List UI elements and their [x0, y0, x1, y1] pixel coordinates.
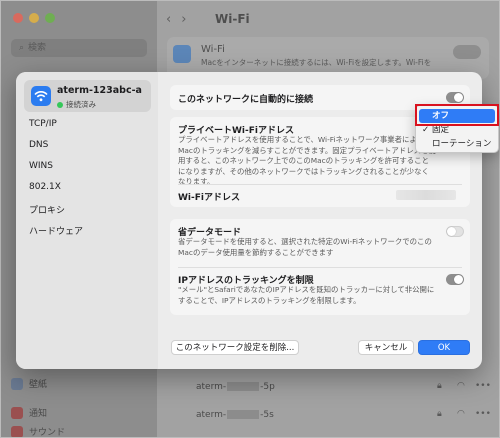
- menu-item-label: 固定: [432, 125, 450, 135]
- wifi-toggle[interactable]: [453, 45, 481, 59]
- search-icon: ⌕: [19, 43, 25, 53]
- minimize-window-button[interactable]: [29, 13, 39, 23]
- wifi-icon: [31, 86, 51, 106]
- ok-button[interactable]: OK: [418, 340, 470, 355]
- network-name-suffix: -5p: [260, 382, 275, 392]
- sidebar-item-proxy[interactable]: プロキシ: [29, 203, 65, 216]
- wifi-icon: [173, 45, 191, 63]
- zoom-window-button[interactable]: [45, 13, 55, 23]
- more-options-icon[interactable]: •••: [475, 409, 491, 419]
- wallpaper-icon: [11, 377, 23, 390]
- sidebar-item-tcpip[interactable]: TCP/IP: [29, 119, 57, 129]
- window-controls: [13, 13, 55, 23]
- network-details-dialog: aterm-123abc-a 接続済み TCP/IP DNS WINS 802.…: [16, 72, 482, 369]
- sidebar-item-wins[interactable]: WINS: [29, 161, 53, 171]
- auto-join-label: このネットワークに自動的に接続: [178, 95, 314, 105]
- search-placeholder: 検索: [28, 43, 47, 53]
- wifi-card-description: Macをインターネットに接続するには、Wi-Fiを設定します。Wi-Fiをオン: [201, 58, 431, 67]
- private-address-description: プライベートアドレスを使用することで、Wi-Fiネットワーク事業者によるMacの…: [178, 135, 436, 186]
- sidebar-item-label: 通知: [29, 409, 48, 419]
- network-name-suffix: -5s: [260, 410, 274, 420]
- wifi-address-value-redacted: [396, 190, 456, 200]
- sidebar-item-sound[interactable]: サウンド: [11, 425, 66, 438]
- network-name-prefix: aterm-: [196, 382, 227, 392]
- wifi-card-title: Wi-Fi: [201, 44, 225, 55]
- divider: [178, 184, 462, 185]
- sound-icon: [11, 425, 23, 437]
- ip-tracking-toggle[interactable]: [446, 274, 464, 285]
- wifi-signal-icon: ◠: [457, 381, 465, 391]
- notifications-icon: [11, 406, 23, 419]
- network-name-prefix: aterm-: [196, 410, 227, 420]
- divider: [178, 267, 462, 268]
- dialog-sidebar: aterm-123abc-a 接続済み TCP/IP DNS WINS 802.…: [16, 72, 158, 369]
- navigation-arrows[interactable]: ‹›: [166, 12, 196, 27]
- menu-item-label: ローテーション: [432, 139, 492, 149]
- more-options-icon[interactable]: •••: [475, 381, 491, 391]
- sidebar-item-notifications[interactable]: 通知: [11, 406, 47, 419]
- forget-network-button[interactable]: このネットワーク設定を削除...: [171, 340, 299, 355]
- data-options-panel: 省データモード 省データモードを使用すると、選択された特定のWi-Fiネットワー…: [170, 219, 470, 315]
- wifi-address-label: Wi-Fiアドレス: [178, 193, 240, 203]
- close-window-button[interactable]: [13, 13, 23, 23]
- annotation-highlight-box: [415, 104, 499, 126]
- low-data-toggle[interactable]: [446, 226, 464, 237]
- sidebar-item-wallpaper[interactable]: 壁紙: [11, 377, 47, 390]
- sidebar-item-dns[interactable]: DNS: [29, 140, 48, 150]
- sidebar-item-8021x[interactable]: 802.1X: [29, 182, 61, 192]
- wifi-signal-icon: ◠: [457, 409, 465, 419]
- cancel-button[interactable]: キャンセル: [358, 340, 414, 355]
- network-row[interactable]: aterm- -5s: [196, 410, 274, 420]
- lock-icon: 🔒︎: [437, 381, 442, 391]
- menu-item-rotating[interactable]: ローテーション: [419, 137, 495, 151]
- connection-status: 接続済み: [57, 99, 96, 110]
- redacted-text: [227, 382, 260, 391]
- connected-status-dot: [57, 102, 63, 108]
- auto-join-toggle[interactable]: [446, 92, 464, 103]
- network-name: aterm-123abc-a: [57, 85, 142, 96]
- ip-tracking-description: "メール"とSafariであなたのIPアドレスを既知のトラッカーに対して非公開に…: [178, 285, 435, 305]
- back-arrow-icon[interactable]: ‹: [166, 12, 181, 27]
- lock-icon: 🔒︎: [437, 409, 442, 419]
- settings-search-field[interactable]: ⌕ 検索: [11, 39, 147, 57]
- sidebar-item-hardware[interactable]: ハードウェア: [29, 224, 83, 237]
- forward-arrow-icon[interactable]: ›: [181, 12, 196, 27]
- network-card-selected[interactable]: aterm-123abc-a 接続済み: [24, 80, 151, 112]
- status-label: 接続済み: [66, 100, 96, 109]
- sidebar-item-label: 壁紙: [29, 380, 48, 390]
- network-row[interactable]: aterm- -5p: [196, 382, 275, 392]
- page-title: Wi-Fi: [215, 12, 250, 26]
- sidebar-item-label: サウンド: [29, 428, 66, 438]
- low-data-description: 省データモードを使用すると、選択された特定のWi-FiネットワークでのこのMac…: [178, 237, 432, 257]
- redacted-text: [227, 410, 260, 419]
